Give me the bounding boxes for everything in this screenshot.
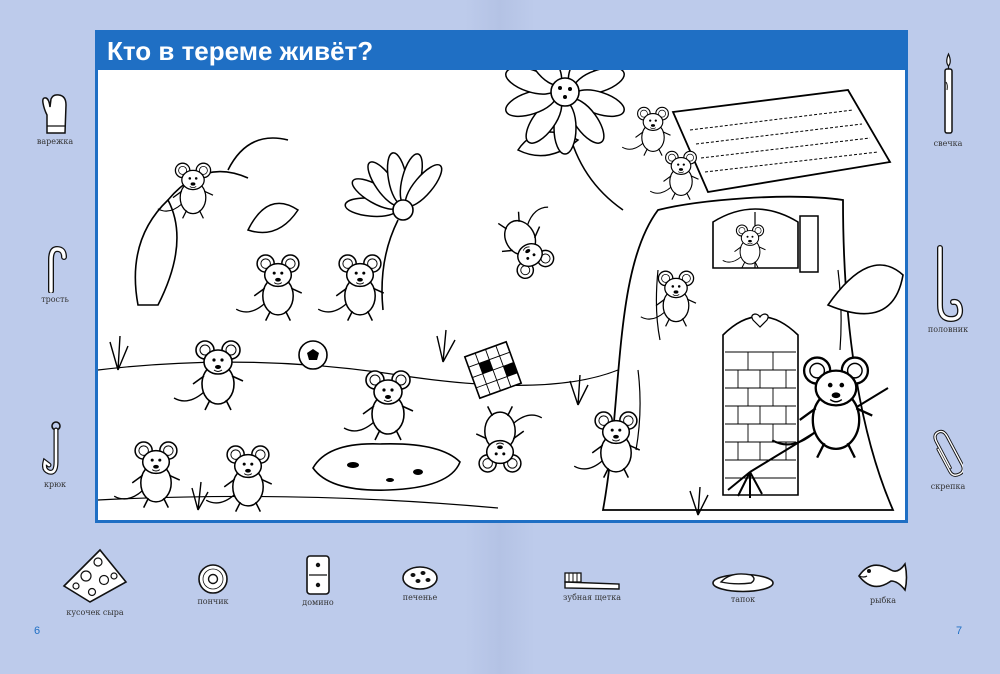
donut-icon (198, 564, 228, 594)
item-label: трость (41, 295, 69, 304)
mouse-figure (343, 370, 414, 441)
item-label: кусочек сыра (66, 608, 124, 617)
cookie-icon (402, 566, 438, 590)
flower-center (550, 77, 580, 107)
page-number-right: 7 (956, 625, 963, 637)
title-bar: Кто в тереме живёт? (98, 33, 905, 70)
item-label: пончик (197, 597, 229, 606)
mouse-figure (649, 150, 700, 201)
item-label: крюк (43, 480, 67, 489)
newspaper-roof (671, 89, 892, 194)
page-number-left: 6 (34, 625, 41, 637)
paperclip-icon (933, 429, 963, 477)
seed-dot (568, 87, 572, 91)
house-door (722, 313, 799, 496)
cheese-slice-icon (62, 548, 128, 603)
find-item-slipper: тапок (707, 569, 779, 605)
item-label: домино (302, 598, 334, 607)
find-item-mitten: варежка (25, 93, 85, 147)
candle-icon (944, 52, 953, 134)
mitten-icon (42, 94, 67, 134)
item-label: скрепка (930, 482, 966, 491)
patchwork-blanket (463, 340, 523, 400)
page-title: Кто в тереме живёт? (107, 36, 374, 66)
find-item-toothbrush: зубная щетка (556, 571, 628, 603)
find-item-domino: домино (288, 554, 348, 608)
hidden-objects-illustration (98, 70, 904, 516)
toothbrush-icon (564, 572, 620, 590)
item-label: свечка (933, 139, 963, 148)
mud-puddle (312, 443, 461, 491)
domino-icon (306, 555, 330, 595)
item-label: варежка (36, 137, 74, 146)
seed-dot (563, 95, 567, 99)
find-item-paperclip: скрепка (918, 425, 978, 492)
item-label: рыбка (869, 596, 897, 605)
illustration-panel: Кто в тереме живёт? (95, 30, 908, 523)
slipper-icon (712, 573, 774, 593)
flower-left (344, 152, 443, 221)
ladle-icon (937, 245, 964, 323)
item-label: тапок (730, 595, 756, 604)
mouse-figure (621, 106, 672, 157)
find-item-hook: крюк (25, 420, 85, 490)
find-item-cookie: печенье (390, 565, 450, 603)
find-item-donut: пончик (183, 563, 243, 607)
mouse-figure (488, 197, 575, 284)
item-label: половник (927, 325, 969, 334)
find-item-ladle: половник (918, 245, 978, 335)
mouse-figure (173, 340, 244, 411)
flower-center (392, 199, 414, 221)
soccer-ball (298, 340, 328, 370)
seed-dot (558, 86, 562, 90)
mouse-figure (475, 405, 543, 473)
fish-icon (858, 562, 908, 592)
find-item-cane: трость (25, 245, 85, 305)
find-item-candle: свечка (918, 52, 978, 149)
mouse-figure (235, 254, 303, 322)
item-label: зубная щетка (563, 593, 621, 602)
flower-large (505, 70, 625, 155)
item-label: печенье (402, 593, 438, 602)
find-item-fish: рыбка (847, 552, 919, 606)
cane-icon (48, 245, 67, 293)
flower-left-stem (381, 219, 399, 311)
mouse-figure (317, 254, 385, 322)
find-item-cheese: кусочек сыра (55, 546, 135, 618)
hook-icon (42, 421, 61, 475)
mouse-figure (205, 445, 273, 513)
